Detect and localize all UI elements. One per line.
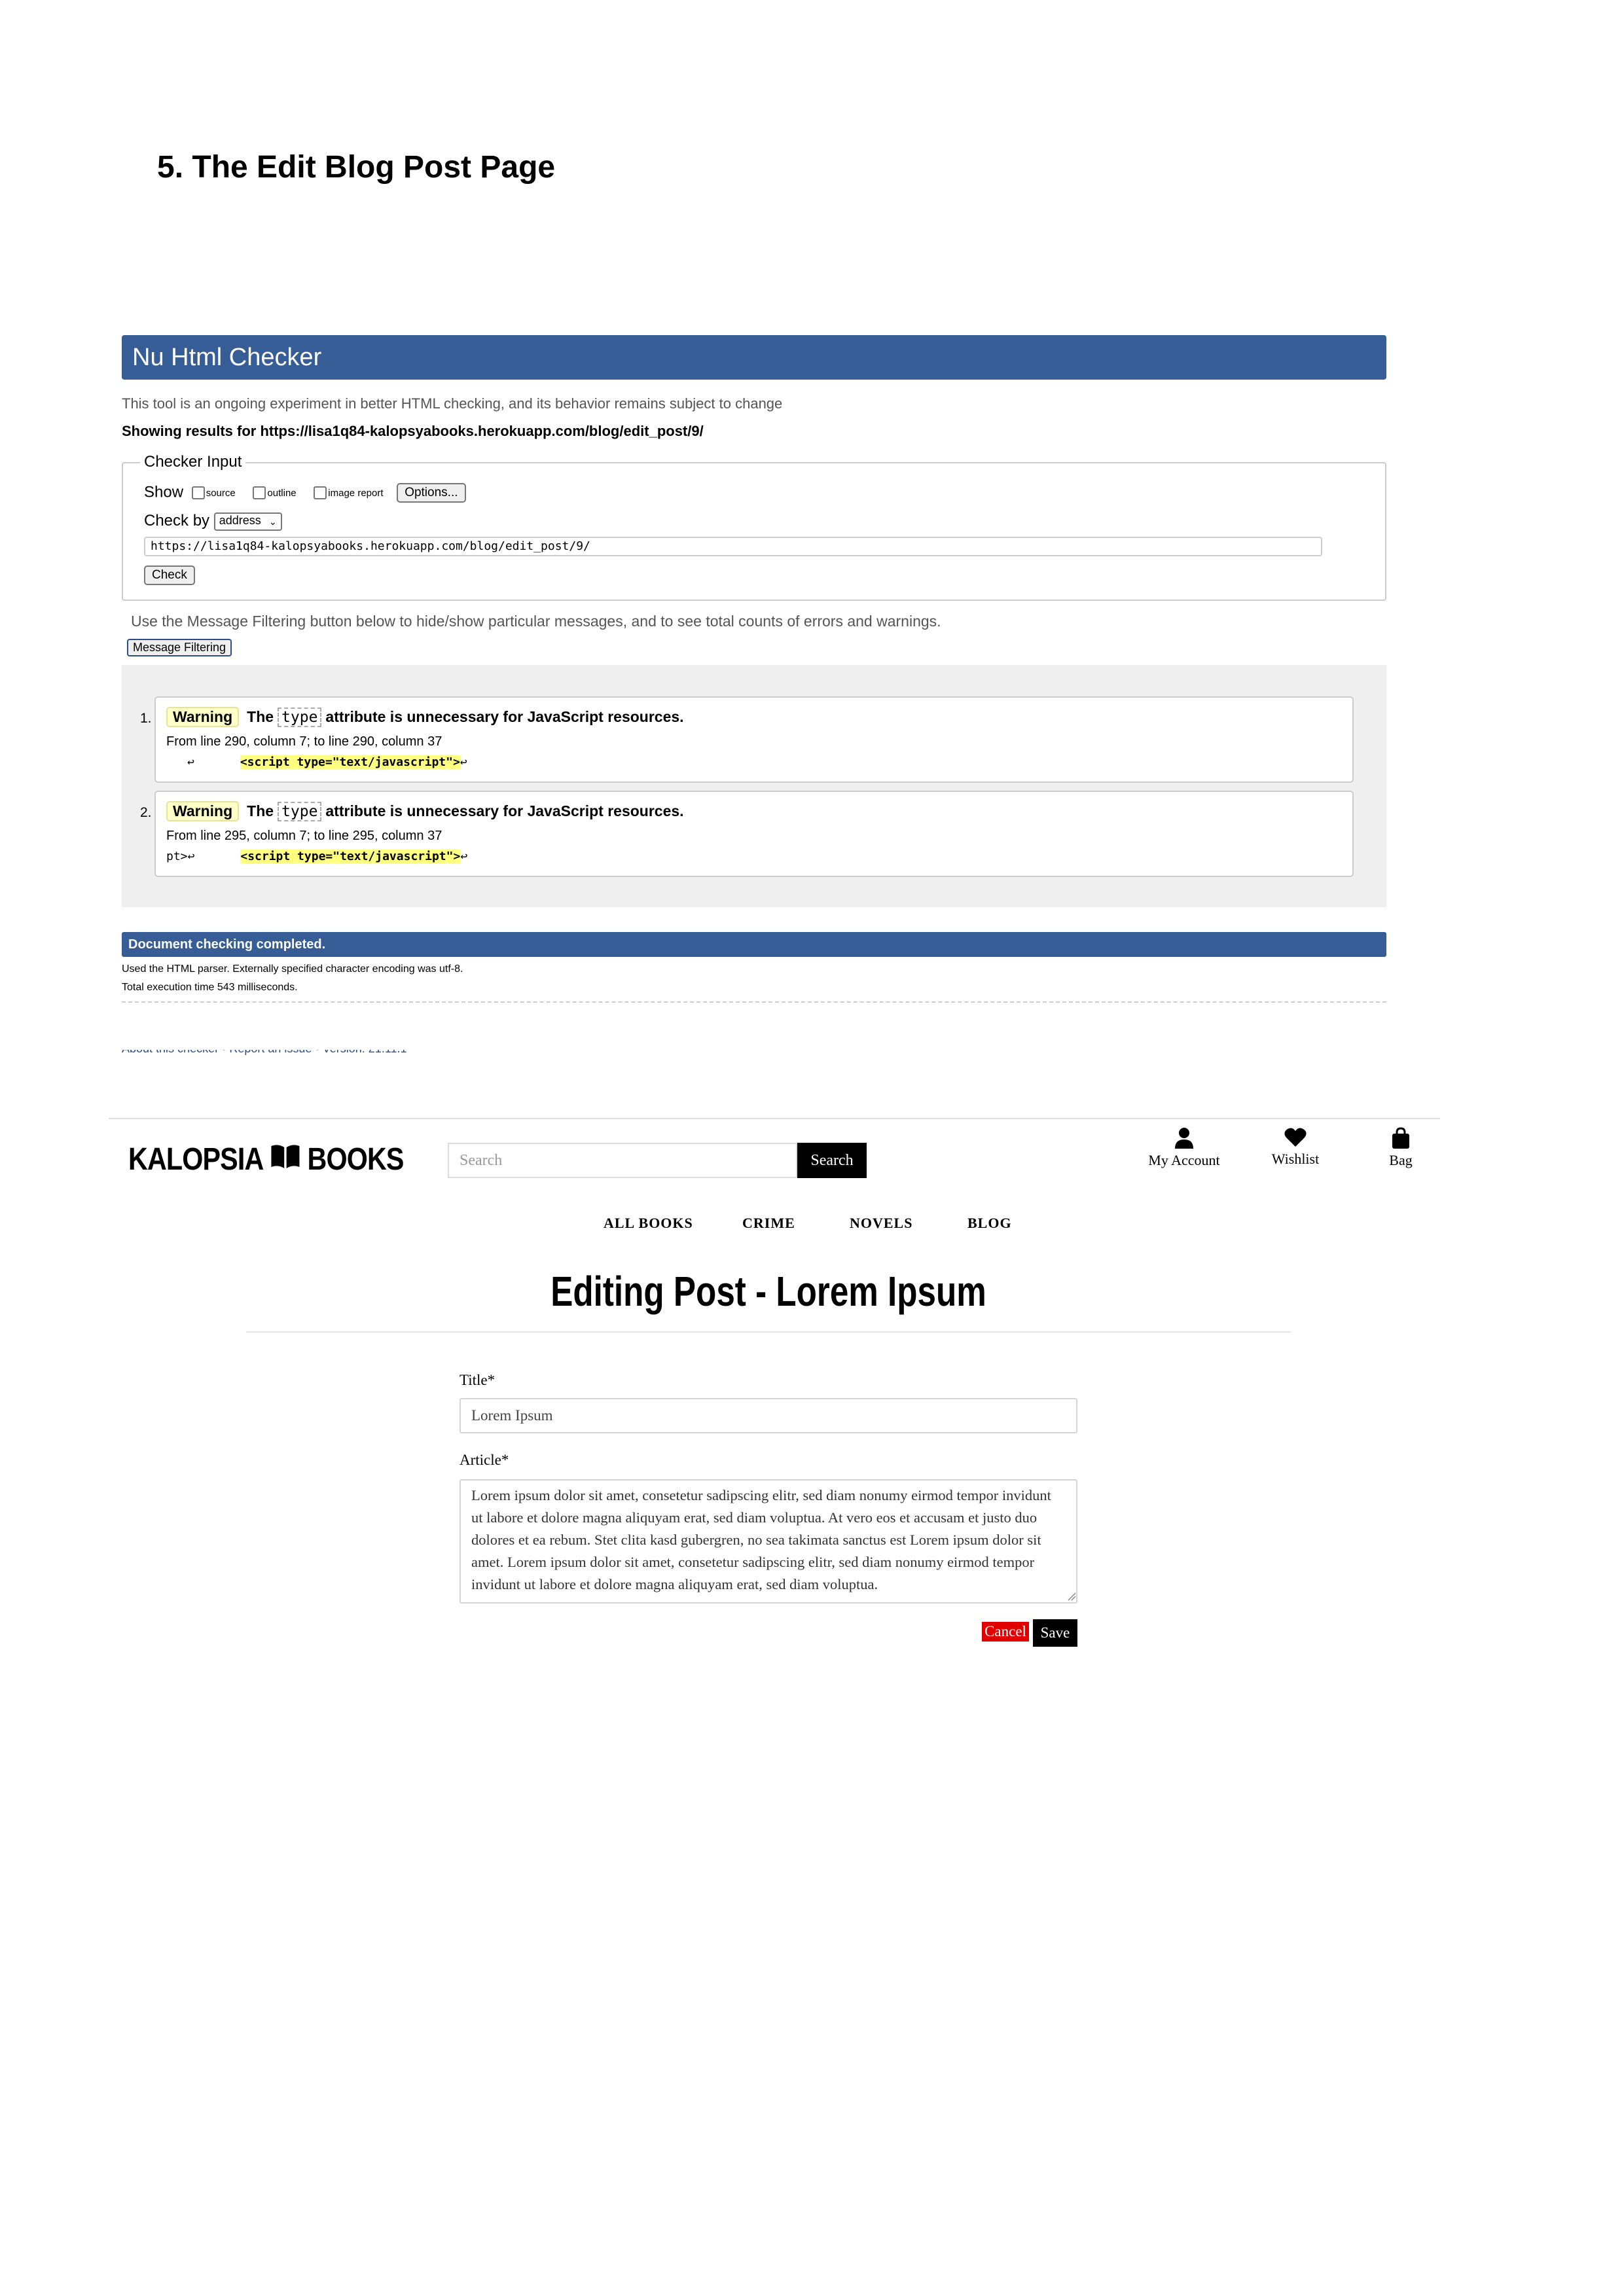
- resize-handle-icon[interactable]: [1067, 1592, 1076, 1601]
- message-text-before: The: [247, 708, 274, 725]
- search-input[interactable]: Search: [448, 1143, 797, 1178]
- message-code: type: [278, 802, 322, 821]
- title-input[interactable]: Lorem Ipsum: [460, 1398, 1077, 1433]
- validator-footer-links: About this checker • Report an issue • V…: [122, 1050, 462, 1055]
- wishlist-link[interactable]: Wishlist: [1259, 1127, 1331, 1168]
- parser-note: Used the HTML parser. Externally specifi…: [122, 963, 463, 975]
- validator-intro: This tool is an ongoing experiment in be…: [122, 395, 783, 412]
- check-by-label: Check by: [144, 512, 210, 529]
- message-title: Warning The type attribute is unnecessary f…: [166, 801, 684, 821]
- check-button[interactable]: Check: [144, 565, 195, 585]
- extract-prefix: ↩: [187, 755, 194, 769]
- user-icon: [1175, 1128, 1193, 1149]
- bag-link[interactable]: Bag: [1375, 1127, 1427, 1169]
- my-account-label: My Account: [1148, 1152, 1220, 1168]
- checking-completed-banner: Document checking completed.: [122, 932, 1386, 957]
- heart-icon: [1284, 1128, 1307, 1147]
- extract-suffix: ↩: [460, 755, 467, 769]
- source-checkbox[interactable]: [191, 486, 205, 499]
- message-number: 1.: [140, 711, 152, 726]
- message-text-after: attribute is unnecessary for JavaScript …: [325, 708, 684, 725]
- article-textarea[interactable]: Lorem ipsum dolor sit amet, consetetur s…: [460, 1479, 1077, 1604]
- message-text-after: attribute is unnecessary for JavaScript …: [325, 802, 684, 819]
- article-label: Article*: [460, 1452, 509, 1468]
- bag-icon: [1392, 1127, 1409, 1149]
- extract-code: <script type="text/javascript">: [240, 755, 460, 769]
- divider: [246, 1331, 1291, 1333]
- message-location: From line 290, column 7; to line 290, co…: [166, 734, 442, 749]
- nav-crime[interactable]: CRIME: [742, 1215, 795, 1232]
- warning-message: 1. Warning The type attribute is unnecessar…: [140, 696, 1354, 783]
- logo-text-right: BOOKS: [307, 1142, 404, 1177]
- nav-novels[interactable]: NOVELS: [850, 1215, 912, 1232]
- divider: [122, 1001, 1386, 1003]
- message-text-before: The: [247, 802, 274, 819]
- checker-input-legend: Checker Input: [140, 453, 246, 471]
- options-button[interactable]: Options...: [397, 483, 466, 503]
- results-heading: Showing results for https://lisa1q84-kal…: [122, 423, 704, 439]
- message-code: type: [278, 708, 322, 727]
- logo-text-left: KALOPSIA: [128, 1142, 264, 1177]
- message-title: Warning The type attribute is unnecessary f…: [166, 707, 684, 727]
- title-label: Title*: [460, 1372, 496, 1388]
- search-button[interactable]: Search: [797, 1143, 867, 1178]
- check-by-row: Check by address ⌄: [144, 512, 282, 531]
- outline-checkbox[interactable]: [253, 486, 266, 499]
- validator-screenshot: Nu Html Checker This tool is an ongoing …: [122, 335, 1386, 1062]
- my-account-link[interactable]: My Account: [1143, 1127, 1225, 1169]
- image-report-checkbox-label: image report: [328, 487, 384, 499]
- save-button[interactable]: Save: [1033, 1619, 1077, 1647]
- bag-label: Bag: [1389, 1152, 1413, 1168]
- wishlist-label: Wishlist: [1271, 1151, 1320, 1167]
- extract-prefix: pt>↩: [166, 850, 195, 863]
- site-logo[interactable]: KALOPSIA BOOKS: [128, 1141, 404, 1177]
- nav-all-books[interactable]: ALL BOOKS: [604, 1215, 693, 1232]
- check-by-select[interactable]: address ⌄: [213, 512, 282, 531]
- url-input[interactable]: https://lisa1q84-kalopsyabooks.herokuapp…: [144, 537, 1322, 556]
- footer-links-text: About this checker • Report an issue • V…: [122, 1050, 407, 1055]
- divider: [109, 1118, 1440, 1119]
- show-row: Show source outline image report Options…: [144, 483, 466, 503]
- check-row: Check: [144, 565, 195, 585]
- validator-header: Nu Html Checker: [122, 335, 1386, 380]
- section-heading: 5. The Edit Blog Post Page: [157, 150, 556, 185]
- check-by-value: address: [219, 513, 261, 527]
- extract-suffix: ↩: [460, 850, 468, 863]
- page-title: Editing Post - Lorem Ipsum: [550, 1268, 986, 1315]
- warning-badge: Warning: [166, 707, 240, 727]
- messages-panel: 1. Warning The type attribute is unnecessar…: [122, 665, 1386, 907]
- extract-code: <script type="text/javascript">: [240, 850, 461, 863]
- chevron-down-icon: ⌄: [268, 516, 277, 527]
- execution-time: Total execution time 543 milliseconds.: [122, 982, 298, 993]
- filter-note: Use the Message Filtering button below t…: [131, 613, 941, 630]
- message-extract: pt>↩ <script type="text/javascript">↩: [166, 850, 467, 863]
- message-number: 2.: [140, 805, 152, 820]
- warning-message: 2. Warning The type attribute is unnecessar…: [140, 791, 1354, 877]
- warning-badge: Warning: [166, 801, 240, 821]
- message-location: From line 295, column 7; to line 295, co…: [166, 829, 442, 843]
- show-label: Show: [144, 483, 184, 501]
- outline-checkbox-label: outline: [267, 487, 297, 499]
- image-report-checkbox[interactable]: [314, 486, 327, 499]
- cancel-button[interactable]: Cancel: [982, 1622, 1029, 1641]
- message-extract: ↩ <script type="text/javascript">↩: [166, 755, 467, 769]
- checker-input-fieldset: Checker Input Show source outline image …: [122, 453, 1386, 601]
- message-filtering-button[interactable]: Message Filtering: [127, 639, 232, 656]
- open-book-icon: [270, 1141, 300, 1177]
- nav-blog[interactable]: BLOG: [967, 1215, 1012, 1232]
- source-checkbox-label: source: [206, 487, 236, 499]
